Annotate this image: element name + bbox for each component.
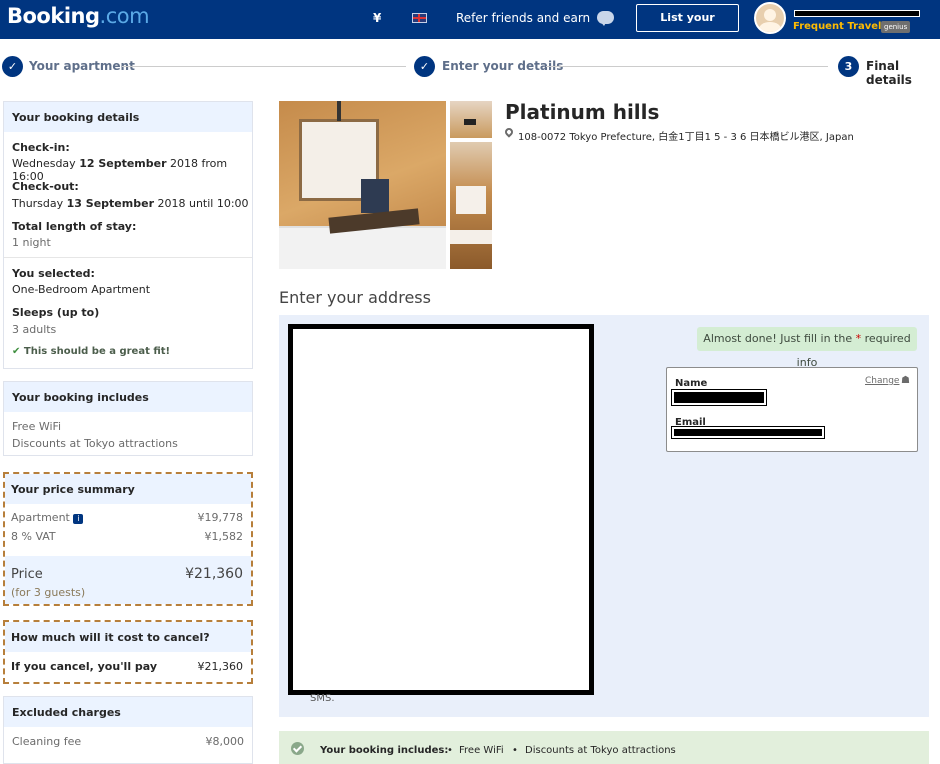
guests-note: (for 3 guests): [11, 586, 86, 599]
apartment-price: ¥19,778: [197, 511, 244, 524]
banner-bullet: •: [447, 745, 453, 756]
cleaning-fee-price: ¥8,000: [205, 735, 245, 748]
booking-includes-banner: Your booking includes: • Free WiFi • Dis…: [279, 731, 929, 764]
banner-item-wifi: Free WiFi: [459, 745, 504, 756]
step-your-apartment[interactable]: Your apartment: [29, 59, 135, 73]
checkout-value: Thursday 13 September 2018 until 10:00: [12, 197, 249, 210]
property-address: 108-0072 Tokyo Prefecture, 白金1丁目1 5 - 3 …: [518, 132, 854, 143]
booking-details-title: Your booking details: [4, 102, 252, 132]
selected-value: One-Bedroom Apartment: [12, 283, 151, 296]
excluded-charges-panel: Excluded charges Cleaning fee ¥8,000: [3, 696, 253, 764]
step1-check-icon: ✓: [2, 56, 23, 77]
banner-item-discounts: Discounts at Tokyo attractions: [525, 745, 676, 756]
language-flag-icon[interactable]: [412, 13, 427, 23]
length-label: Total length of stay:: [12, 220, 137, 233]
progress-line: [546, 66, 828, 67]
chat-icon[interactable]: [597, 11, 614, 26]
step2-check-icon: ✓: [414, 56, 435, 77]
checkin-label: Check-in:: [12, 141, 70, 154]
refer-friends-link[interactable]: Refer friends and earn: [456, 11, 590, 25]
top-nav-bar: Booking.com ¥ Refer friends and earn Lis…: [0, 0, 940, 50]
account-details-box: Name Email Change ☗: [666, 367, 918, 452]
property-thumb-photo[interactable]: [450, 101, 492, 138]
checkmark-icon: ✔: [12, 346, 21, 357]
sms-note: SMS.: [310, 693, 335, 704]
include-item: Free WiFi: [12, 420, 62, 433]
divider: [4, 257, 252, 258]
excluded-charges-title: Excluded charges: [4, 697, 252, 727]
selected-label: You selected:: [12, 267, 95, 280]
location-pin-icon: [503, 126, 515, 138]
genius-badge: genius: [881, 21, 911, 33]
avatar[interactable]: [754, 2, 786, 34]
booking-details-panel: Your booking details Check-in: Wednesday…: [3, 101, 253, 369]
address-section-title: Enter your address: [279, 288, 431, 307]
property-name: Platinum hills: [505, 100, 660, 124]
info-icon[interactable]: i: [73, 514, 84, 524]
include-item: Discounts at Tokyo attractions: [12, 437, 178, 450]
cancellation-panel: How much will it cost to cancel? If you …: [3, 620, 253, 684]
length-value: 1 night: [12, 236, 51, 249]
booking-logo[interactable]: Booking.com: [7, 4, 150, 28]
cancellation-title: How much will it cost to cancel?: [5, 622, 251, 652]
step3-number: 3: [838, 56, 859, 77]
cancel-price: ¥21,360: [197, 660, 244, 673]
cleaning-fee-label: Cleaning fee: [12, 735, 82, 748]
price-label: Price: [11, 567, 43, 582]
banner-bullet: •: [512, 745, 518, 756]
apartment-label: Apartment i: [11, 511, 84, 524]
booking-includes-title: Your booking includes: [4, 382, 252, 412]
required-info-notice: Almost done! Just fill in the * required…: [697, 327, 917, 369]
property-thumb-photo[interactable]: [450, 142, 492, 269]
banner-title: Your booking includes:: [320, 745, 449, 756]
step-final-details: Final details: [866, 59, 912, 87]
redacted-username: [794, 10, 920, 17]
change-link[interactable]: Change: [865, 376, 899, 386]
check-circle-icon: [291, 742, 304, 755]
currency-selector[interactable]: ¥: [373, 11, 381, 25]
sleeps-value: 3 adults: [12, 323, 57, 336]
progress-line: [122, 66, 406, 67]
user-icon[interactable]: ☗: [901, 375, 910, 386]
list-property-button[interactable]: List your property: [636, 4, 739, 50]
price-summary-title: Your price summary: [5, 474, 251, 504]
redacted-name: [671, 389, 767, 406]
redacted-email: [671, 426, 825, 439]
redacted-form-fields: [288, 324, 594, 695]
price-summary-panel: Your price summary Apartment i ¥19,778 8…: [3, 472, 253, 606]
vat-label: 8 % VAT: [11, 530, 56, 543]
cancel-label: If you cancel, you'll pay: [11, 660, 158, 673]
property-main-photo[interactable]: [279, 101, 446, 269]
vat-price: ¥1,582: [204, 530, 244, 543]
booking-includes-panel: Your booking includes Free WiFi Discount…: [3, 381, 253, 456]
name-label: Name: [675, 378, 708, 389]
sleeps-label: Sleeps (up to): [12, 306, 100, 319]
great-fit-note: ✔ This should be a great fit!: [12, 346, 171, 357]
price-total: ¥21,360: [185, 566, 243, 582]
checkout-label: Check-out:: [12, 180, 79, 193]
